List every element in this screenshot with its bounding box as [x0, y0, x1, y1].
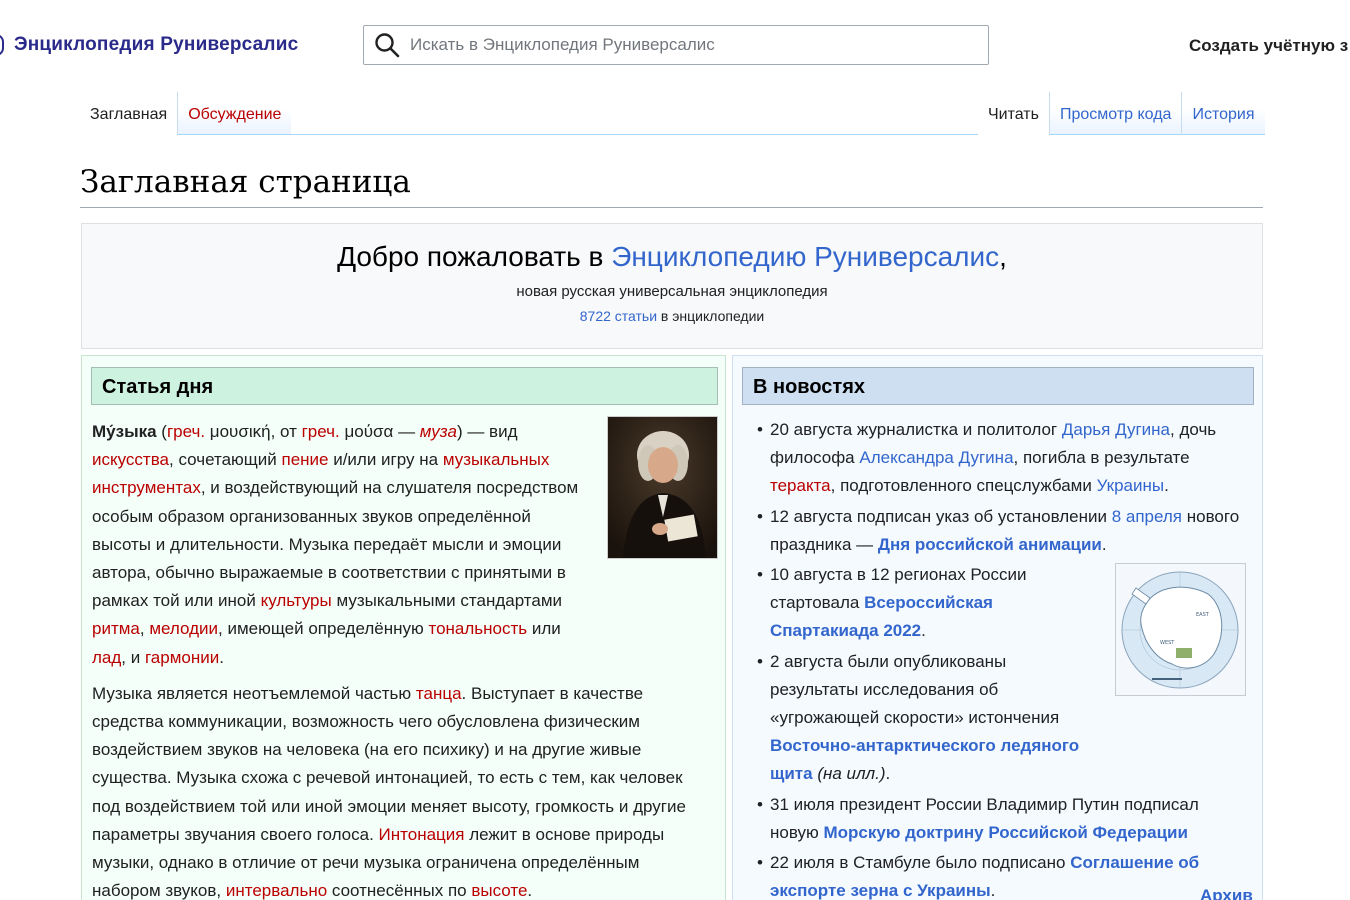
- text-run: , подготовленного спецслужбами: [830, 476, 1097, 496]
- view-tabs: Читать Просмотр кода История: [978, 92, 1265, 135]
- article-count-suffix: в энциклопедии: [657, 308, 765, 324]
- antarctica-map-image[interactable]: WEST EAST: [1115, 563, 1246, 696]
- red-link[interactable]: ритма: [92, 619, 140, 638]
- text-run: и/или игру на: [328, 450, 443, 470]
- news-item: 31 июля президент России Владимир Путин …: [757, 791, 1252, 847]
- text-run: ) — вид: [456, 422, 518, 441]
- text-run: или: [527, 619, 561, 639]
- text-run: 2 августа были опубликованы результаты и…: [770, 651, 1060, 728]
- news-item: 22 июля в Стамбуле было подписано Соглаш…: [757, 849, 1252, 900]
- article-link[interactable]: Александра Дугина: [859, 448, 1013, 467]
- red-link[interactable]: греч.: [167, 422, 205, 441]
- welcome-prefix: Добро пожаловать в: [337, 241, 612, 272]
- text-run: .: [219, 647, 224, 667]
- text-run: , сочетающий: [169, 450, 282, 470]
- svg-text:WEST: WEST: [1160, 640, 1175, 646]
- tab-history[interactable]: История: [1181, 92, 1265, 135]
- red-link[interactable]: муза: [420, 422, 457, 441]
- text-run: (: [156, 422, 167, 441]
- tab-view-source[interactable]: Просмотр кода: [1048, 92, 1182, 135]
- text-run: .: [990, 881, 996, 900]
- welcome-suffix: ,: [999, 241, 1007, 272]
- red-link[interactable]: мелодии: [149, 619, 218, 638]
- text-run: , имеющей определённую: [218, 619, 429, 639]
- article-of-day-heading: Статья дня: [91, 367, 718, 405]
- text-run: соотнесённых по: [327, 881, 472, 900]
- news-item: 12 августа подписан указ об установлении…: [757, 503, 1252, 559]
- welcome-subtitle: новая русская универсальная энциклопедия: [516, 283, 828, 300]
- welcome-box: Добро пожаловать в Энциклопедию Руниверс…: [81, 223, 1263, 349]
- red-link[interactable]: искусства: [92, 450, 169, 469]
- tab-main-page[interactable]: Заглавная: [80, 92, 178, 135]
- title-divider: [80, 207, 1263, 208]
- red-link[interactable]: Интонация: [379, 825, 465, 844]
- tab-read[interactable]: Читать: [978, 92, 1049, 135]
- tabs-divider: [289, 134, 978, 135]
- svg-text:EAST: EAST: [1196, 612, 1210, 618]
- text-run: , погибла в результате: [1013, 448, 1190, 468]
- red-link[interactable]: танца: [416, 684, 462, 703]
- text-run-italic: (на илл.): [817, 764, 886, 784]
- text-run: Музыка является неотъемлемой частью: [92, 683, 416, 703]
- text-run: музыкальными стандартами: [331, 591, 563, 611]
- site-title[interactable]: Энциклопедия Руниверсалис: [14, 34, 298, 56]
- red-link[interactable]: пение: [281, 450, 328, 469]
- news-heading: В новостях: [742, 367, 1254, 405]
- namespace-tabs: Заглавная Обсуждение: [80, 92, 292, 135]
- welcome-heading: Добро пожаловать в Энциклопедию Руниверс…: [82, 241, 1262, 273]
- tab-discussion[interactable]: Обсуждение: [177, 92, 292, 135]
- create-account-link[interactable]: Создать учётную з: [1189, 36, 1348, 56]
- article-paragraph-2: Музыка является неотъемлемой частью танц…: [92, 680, 692, 900]
- red-link[interactable]: греч.: [302, 422, 340, 441]
- logo-icon[interactable]: [0, 34, 4, 56]
- red-link[interactable]: высоте: [471, 881, 527, 900]
- page-title: Заглавная страница: [80, 164, 411, 200]
- red-link[interactable]: лад: [92, 648, 121, 667]
- text-run: μούσα —: [339, 422, 420, 441]
- text-run: 12 августа подписан указ об установлении: [770, 506, 1112, 526]
- red-link[interactable]: культуры: [261, 591, 332, 610]
- text-run: 20 августа журналистка и политолог: [770, 420, 1062, 439]
- text-run: .: [1164, 476, 1169, 496]
- search-input[interactable]: [410, 35, 950, 55]
- text-run: 22 июля в Стамбуле было подписано: [770, 853, 1071, 873]
- search-icon: [375, 33, 400, 58]
- welcome-encyclopedia-link[interactable]: Энциклопедию Руниверсалис: [611, 241, 999, 272]
- article-link[interactable]: Украины: [1097, 476, 1165, 495]
- red-link[interactable]: интервально: [226, 881, 327, 900]
- article-paragraph-1: Му́зыка (греч. μουσική, от греч. μούσα —…: [92, 418, 592, 672]
- text-run: .: [885, 764, 891, 784]
- news-item: 20 августа журналистка и политолог Дарья…: [757, 416, 1252, 501]
- search-box[interactable]: [363, 25, 989, 65]
- article-link[interactable]: Дарья Дугина: [1062, 420, 1170, 439]
- text-run: .: [1101, 534, 1107, 554]
- article-of-day-panel: Статья дня Му́зыка (греч. μουσική, от гр…: [81, 355, 726, 900]
- article-text: Му́зыка (греч. μουσική, от греч. μούσα —…: [92, 418, 692, 900]
- article-link[interactable]: Морскую доктрину Российской Федерации: [823, 823, 1187, 842]
- article-link[interactable]: Дня российской анимации: [878, 535, 1102, 554]
- text-run: , и: [121, 647, 145, 667]
- article-link[interactable]: 8 апреля: [1112, 507, 1182, 526]
- text-run: .: [527, 881, 533, 900]
- red-link[interactable]: гармонии: [145, 648, 219, 667]
- article-count: 8722 статьи в энциклопедии: [82, 308, 1262, 324]
- text-run: ,: [139, 619, 150, 639]
- text-run: .: [921, 621, 926, 641]
- red-link[interactable]: тональность: [428, 619, 527, 638]
- text-run: μουσική, от: [205, 422, 302, 441]
- article-count-link[interactable]: 8722 статьи: [580, 308, 657, 324]
- news-archive-link[interactable]: Архив: [1200, 886, 1253, 900]
- news-panel: В новостях 20 августа журналистка и поли…: [732, 355, 1263, 900]
- text-run: . Выступает в качестве средства коммуник…: [92, 683, 686, 844]
- text-run-bold: Му́зыка: [92, 422, 157, 441]
- red-link[interactable]: теракта: [770, 476, 831, 495]
